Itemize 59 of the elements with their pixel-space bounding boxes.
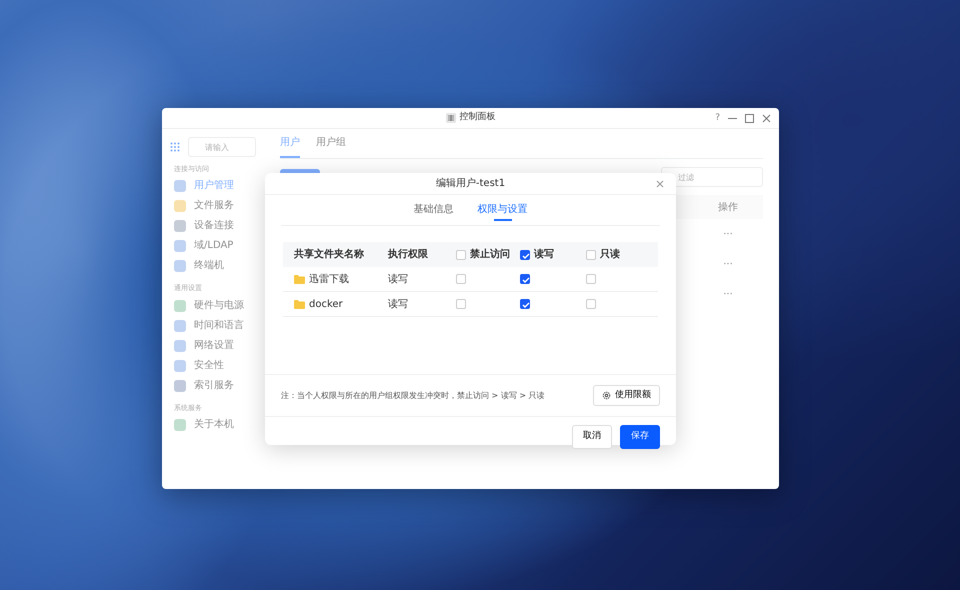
column-header: 禁止访问 — [470, 247, 510, 262]
checkbox[interactable] — [520, 298, 530, 309]
column-header: 共享文件夹名称 — [294, 247, 364, 262]
menu-icon — [174, 260, 186, 272]
close-icon[interactable] — [656, 180, 664, 188]
close-icon[interactable] — [762, 114, 771, 123]
more-button[interactable]: ··· — [693, 226, 763, 242]
gear-icon — [602, 391, 611, 400]
menu-icon — [174, 380, 186, 392]
tab[interactable]: 用户 — [280, 129, 300, 158]
sidebar-item[interactable]: 时间和语言 — [162, 316, 264, 336]
tab[interactable]: 权限与设置 — [478, 203, 528, 225]
column-header: 操作 — [717, 200, 739, 214]
dialog-title: 编辑用户-test1 — [436, 176, 506, 191]
sidebar-item[interactable]: 用户管理 — [162, 176, 264, 196]
checkbox[interactable] — [520, 274, 530, 284]
sidebar-item[interactable]: 安全性 — [162, 356, 264, 376]
filter-field[interactable]: 过滤 — [661, 167, 763, 187]
menu-icon — [174, 300, 186, 312]
quota-button[interactable]: 使用限额 — [593, 384, 660, 406]
sidebar-item[interactable]: 设备连接 — [162, 216, 264, 236]
app-icon — [446, 113, 456, 123]
menu-icon — [174, 200, 186, 212]
cancel-button[interactable]: 取消 — [572, 425, 612, 448]
sidebar-item[interactable]: 域/LDAP — [162, 236, 264, 256]
more-button[interactable]: ··· — [693, 256, 763, 272]
menu-icon — [174, 320, 186, 332]
permission-text: 读写 — [388, 298, 408, 310]
window-title: 控制面板 — [460, 111, 496, 124]
tab[interactable]: 用户组 — [316, 129, 346, 158]
folder-name: docker — [309, 298, 343, 312]
sidebar-item[interactable]: 索引服务 — [162, 376, 264, 396]
menu-icon — [174, 180, 186, 192]
help-button[interactable]: ? — [715, 112, 720, 126]
column-header: 读写 — [534, 248, 554, 262]
sidebar-item[interactable]: 文件服务 — [162, 196, 264, 216]
maximize-icon[interactable] — [745, 114, 754, 123]
apps-grid-icon[interactable] — [170, 142, 180, 152]
sidebar-item[interactable]: 关于本机 — [162, 415, 264, 436]
menu-icon — [174, 340, 186, 352]
menu-icon — [174, 419, 186, 432]
note-text: 注：当个人权限与所在的用户组权限发生冲突时，禁止访问 > 读写 > 只读 — [281, 390, 545, 402]
permission-text: 读写 — [388, 274, 408, 284]
menu-icon — [174, 360, 186, 372]
more-button[interactable]: ··· — [693, 286, 763, 302]
folder-name: 迅雷下载 — [309, 272, 349, 286]
column-header: 执行权限 — [388, 248, 428, 262]
save-button[interactable]: 保存 — [620, 425, 660, 448]
checkbox[interactable] — [520, 250, 530, 260]
sidebar-item[interactable]: 硬件与电源 — [162, 296, 264, 316]
menu-icon — [174, 240, 186, 252]
sidebar-item[interactable]: 终端机 — [162, 256, 264, 276]
tab[interactable]: 基础信息 — [414, 203, 454, 225]
sidebar-item[interactable]: 网络设置 — [162, 336, 264, 356]
folder-icon — [294, 300, 305, 308]
search-field[interactable]: 请输入 — [188, 137, 256, 157]
folder-icon — [294, 274, 305, 284]
menu-icon — [174, 220, 186, 232]
column-header: 只读 — [600, 248, 620, 262]
